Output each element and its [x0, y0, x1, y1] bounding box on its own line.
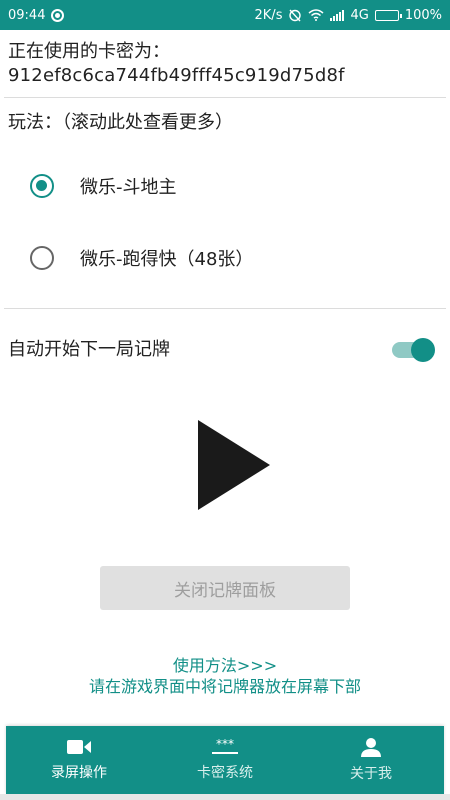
mode-option-label: 微乐-斗地主 — [80, 177, 177, 198]
radio-button-unchecked[interactable] — [30, 246, 54, 270]
password-icon: *** — [212, 738, 238, 754]
close-panel-button[interactable]: 关闭记牌面板 — [100, 566, 350, 610]
svg-text:***: *** — [216, 738, 234, 751]
alarm-off-icon — [289, 9, 302, 22]
bottom-nav: 录屏操作 *** 卡密系统 关于我 — [6, 726, 444, 794]
divider — [4, 308, 446, 309]
radio-button-checked[interactable] — [30, 174, 54, 198]
mode-option-doudizhu[interactable]: 微乐-斗地主 — [30, 173, 177, 199]
nav-item-screen-record[interactable]: 录屏操作 — [6, 726, 152, 794]
network-speed: 2K/s — [254, 7, 283, 23]
network-type: 4G — [350, 7, 369, 23]
usage-hint: 请在游戏界面中将记牌器放在屏幕下部 — [88, 677, 361, 696]
mode-option-paodekuai[interactable]: 微乐-跑得快（48张） — [30, 245, 253, 271]
auto-record-label: 自动开始下一局记牌 — [8, 339, 170, 360]
nav-item-about[interactable]: 关于我 — [298, 726, 444, 794]
divider — [4, 97, 446, 98]
mode-title: 玩法：（滚动此处查看更多） — [8, 112, 233, 133]
mode-option-label: 微乐-跑得快（48张） — [80, 249, 254, 270]
card-key-value: 912ef8c6ca744fb49fff45c919d75d8f — [8, 65, 345, 86]
nav-label: 卡密系统 — [197, 765, 253, 781]
auto-record-toggle[interactable] — [392, 338, 436, 362]
battery-icon — [374, 9, 402, 21]
status-bar: 09:44 2K/s 4G 100% — [0, 0, 450, 30]
wifi-icon — [308, 9, 324, 21]
card-key-label: 正在使用的卡密为： — [8, 41, 170, 62]
bottom-strip — [0, 794, 450, 800]
status-time: 09:44 — [8, 7, 46, 23]
nav-label: 关于我 — [350, 766, 392, 782]
usage-link[interactable]: 使用方法>>> — [0, 655, 450, 677]
play-icon[interactable] — [190, 410, 280, 520]
video-camera-icon — [67, 740, 91, 754]
battery-level: 100% — [404, 7, 442, 23]
person-icon — [361, 738, 381, 757]
toggle-thumb — [411, 338, 435, 362]
notification-icon — [51, 8, 65, 22]
signal-icon — [330, 9, 345, 21]
nav-item-card-system[interactable]: *** 卡密系统 — [152, 726, 298, 794]
nav-label: 录屏操作 — [51, 765, 107, 781]
